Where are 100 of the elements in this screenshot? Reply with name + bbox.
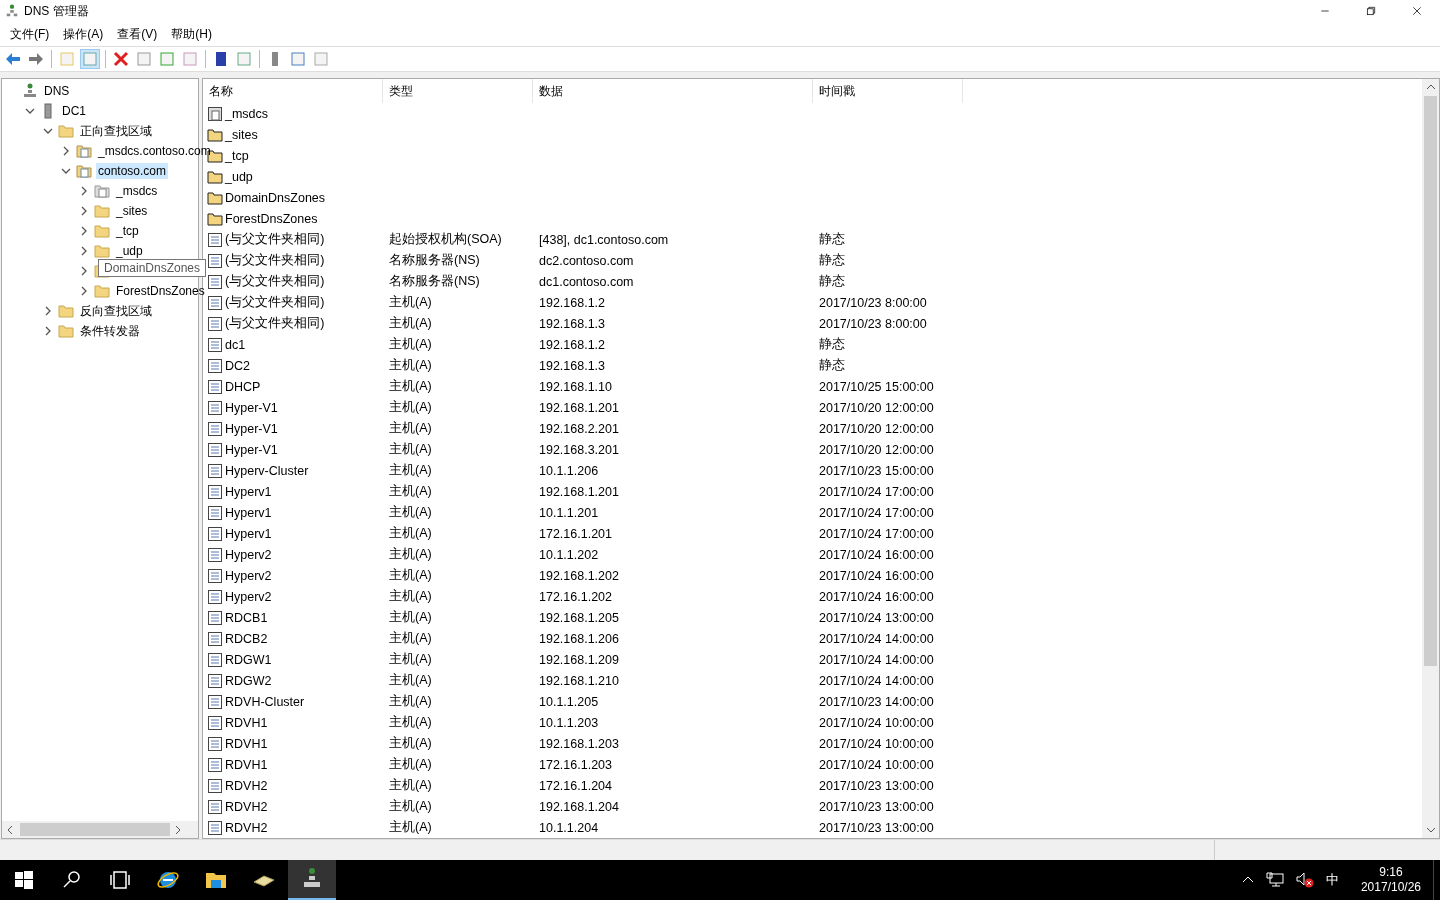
record-name[interactable]: _udp [225,169,253,184]
record-name[interactable]: RDVH2 [225,799,268,814]
menu-item[interactable]: 操作(A) [57,23,110,45]
network-icon [22,83,38,99]
record-timestamp: 2017/10/20 12:00:00 [819,442,934,457]
record-type: 主机(A) [389,378,432,395]
network-icon[interactable] [1265,872,1284,888]
record-icon [207,651,223,668]
dns-app-icon [5,4,19,18]
record-timestamp: 2017/10/23 15:00:00 [819,463,934,478]
record-name[interactable]: ForestDnsZones [225,211,318,226]
record-name[interactable]: _tcp [225,148,249,163]
record-name[interactable]: Hyperv1 [225,526,272,541]
folder-icon [94,223,110,239]
record-name[interactable]: Hyperv1 [225,484,272,499]
record-type: 主机(A) [389,399,432,416]
record-name[interactable]: Hyperv2 [225,568,272,583]
record-name[interactable]: Hyperv2 [225,547,272,562]
tree-item[interactable]: _sites [114,203,150,219]
tree-item[interactable]: DC1 [60,103,88,119]
input-method-indicator[interactable]: 中 [1325,871,1339,889]
record-name[interactable]: DomainDnsZones [225,190,326,205]
record-data: [438], dc1.contoso.com [539,232,669,247]
folder-icon [207,126,223,143]
record-timestamp: 2017/10/24 16:00:00 [819,589,934,604]
record-data: 172.16.1.201 [539,526,612,541]
record-icon [207,252,223,269]
column-header[interactable]: 数据 [533,79,813,103]
column-header[interactable]: 名称 [203,79,383,103]
record-name[interactable]: DHCP [225,379,261,394]
record-type: 主机(A) [389,504,432,521]
record-timestamp: 2017/10/24 17:00:00 [819,505,934,520]
record-name[interactable]: (与父文件夹相同) [225,273,325,290]
record-name[interactable]: Hyperv-Cluster [225,463,309,478]
record-name[interactable]: RDVH2 [225,820,268,835]
folder-icon [94,283,110,299]
record-type: 主机(A) [389,588,432,605]
tree-item[interactable]: _udp [114,243,145,259]
toolbar-delete-button[interactable] [111,49,131,69]
record-name[interactable]: DC2 [225,358,250,373]
record-name[interactable]: RDGW1 [225,652,272,667]
record-name[interactable]: Hyper-V1 [225,400,278,415]
record-name[interactable]: _sites [225,127,258,142]
vertical-scrollbar[interactable] [1422,79,1439,838]
menu-item[interactable]: 文件(F) [4,23,56,45]
record-data: 192.168.1.201 [539,400,619,415]
column-header[interactable]: 时间戳 [813,79,963,103]
tree-item[interactable]: 反向查找区域 [78,301,154,321]
record-name[interactable]: (与父文件夹相同) [225,315,325,332]
record-name[interactable]: RDCB2 [225,631,268,646]
record-icon [207,798,223,815]
record-data: 172.16.1.202 [539,589,612,604]
record-icon [207,399,223,416]
record-type: 主机(A) [389,441,432,458]
horizontal-scrollbar[interactable] [2,821,198,838]
record-name[interactable]: RDGW2 [225,673,272,688]
record-type: 主机(A) [389,294,432,311]
record-data: 172.16.1.203 [539,757,612,772]
record-name[interactable]: RDVH1 [225,736,268,751]
tree-item[interactable]: _tcp [114,223,141,239]
clock-date[interactable]: 2017/10/26 [1360,880,1421,895]
folder-icon [58,303,74,319]
record-name[interactable]: RDVH-Cluster [225,694,305,709]
tree-item[interactable]: _msdcs.contoso.com [96,143,213,159]
record-timestamp: 2017/10/23 8:00:00 [819,295,927,310]
column-header[interactable]: 类型 [383,79,533,103]
record-name[interactable]: dc1 [225,337,246,352]
tree-item[interactable]: ForestDnsZones [114,283,207,299]
record-name[interactable]: Hyper-V1 [225,442,278,457]
record-name[interactable]: (与父文件夹相同) [225,252,325,269]
record-type: 主机(A) [389,672,432,689]
record-name[interactable]: RDVH1 [225,715,268,730]
taskbar-dns-button[interactable] [288,860,336,900]
record-name[interactable]: (与父文件夹相同) [225,294,325,311]
record-data: 192.168.1.203 [539,736,619,751]
record-name[interactable]: Hyperv1 [225,505,272,520]
record-name[interactable]: (与父文件夹相同) [225,231,325,248]
record-icon [207,714,223,731]
record-icon [207,336,223,353]
volume-icon[interactable] [1295,872,1314,888]
record-name[interactable]: _msdcs [225,106,269,121]
record-type: 主机(A) [389,756,432,773]
record-type: 主机(A) [389,567,432,584]
tree-item[interactable]: contoso.com [96,163,169,179]
menu-item[interactable]: 帮助(H) [165,23,218,45]
menu-item[interactable]: 查看(V) [111,23,164,45]
tree-item[interactable]: DNS [42,83,72,99]
record-name[interactable]: RDCB1 [225,610,268,625]
record-icon [207,315,223,332]
record-name[interactable]: RDVH2 [225,778,268,793]
record-name[interactable]: RDVH1 [225,757,268,772]
tree-item[interactable]: _msdcs [114,183,160,199]
tree-item[interactable]: 条件转发器 [78,321,142,341]
record-icon [207,483,223,500]
record-name[interactable]: Hyperv2 [225,589,272,604]
tree-item[interactable]: 正向查找区域 [78,121,154,141]
record-type: 主机(A) [389,693,432,710]
record-name[interactable]: Hyper-V1 [225,421,278,436]
clock-time[interactable]: 9:16 [1379,865,1403,880]
folder-icon [94,243,110,259]
